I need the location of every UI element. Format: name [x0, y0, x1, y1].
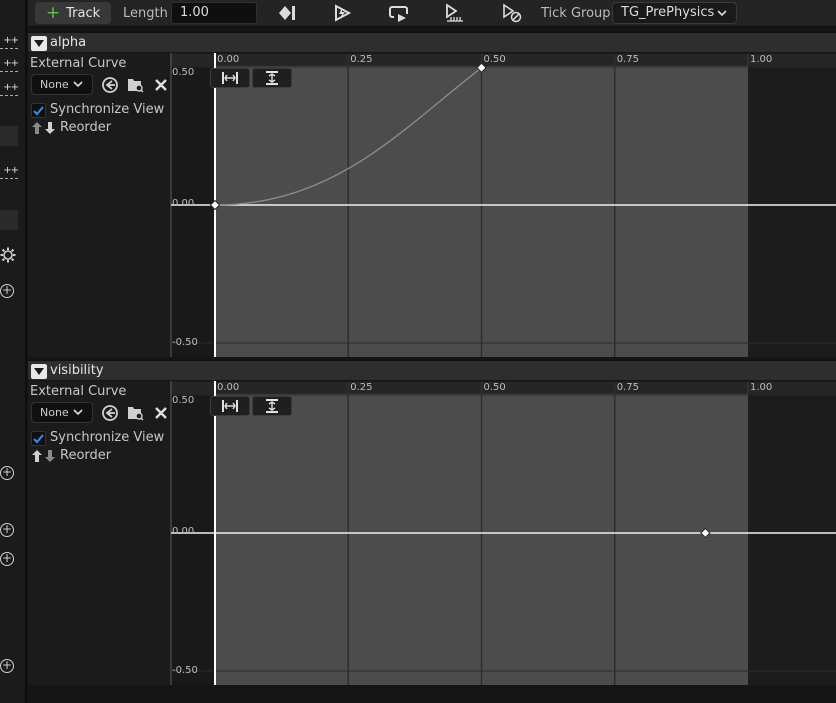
tick-group-label: Tick Group: [541, 6, 611, 21]
time-tick-label: 0.25: [350, 382, 373, 393]
curve-canvas: [170, 53, 836, 357]
pre-range: [171, 394, 215, 685]
plus-icon: +: [45, 3, 61, 23]
zoom-to-fit-horizontal-button[interactable]: [210, 396, 250, 416]
use-selected-asset-icon[interactable]: [101, 76, 119, 94]
tick-group-dropdown[interactable]: TG_PrePhysics: [612, 2, 737, 24]
reorder-arrows-icon[interactable]: [31, 121, 57, 135]
checkmark-icon: [33, 106, 44, 116]
time-tick-label: 0.50: [483, 54, 506, 65]
add-variable-button[interactable]: ++: [0, 165, 18, 179]
checkmark-icon: [33, 434, 44, 444]
add-circle-icon[interactable]: +: [0, 552, 14, 566]
add-track-label: Track: [66, 5, 101, 21]
time-tick-label: 0.50: [483, 382, 506, 393]
value-tick-label: -0.50: [172, 665, 198, 676]
browse-asset-icon[interactable]: [126, 404, 144, 422]
add-variable-button[interactable]: ++: [0, 58, 18, 72]
tick-group-value: TG_PrePhysics: [621, 5, 715, 20]
add-variable-button[interactable]: ++: [0, 35, 18, 49]
synchronize-view-checkbox[interactable]: [31, 103, 46, 118]
synchronize-view-label: Synchronize View: [50, 430, 165, 445]
external-curve-label: External Curve: [30, 56, 127, 71]
add-circle-icon[interactable]: +: [0, 523, 14, 537]
time-tick-label: 0.25: [350, 54, 373, 65]
chevron-down-icon: [73, 81, 83, 88]
track-name: visibility: [50, 363, 104, 378]
add-variable-button[interactable]: ++: [0, 82, 18, 96]
curve-graph-alpha[interactable]: 0.00 0.25 0.50 0.75 1.00 0.50 0.00 -0.50: [170, 53, 836, 357]
time-tick-label: 1.00: [750, 54, 773, 65]
chevron-down-icon: [73, 409, 83, 416]
track-header-alpha[interactable]: alpha: [28, 32, 836, 52]
time-tick-label: 0.75: [616, 54, 640, 65]
loop-icon[interactable]: [388, 3, 410, 23]
pre-range: [171, 66, 215, 357]
fit-vertical-icon: [266, 71, 278, 85]
timeline-toolbar: + Track Length 1.00 Tick Group TG_PrePhy…: [28, 0, 836, 27]
value-tick-label: 0.00: [172, 198, 195, 209]
add-circle-icon[interactable]: +: [0, 466, 14, 480]
browse-asset-icon[interactable]: [126, 76, 144, 94]
gear-icon[interactable]: [0, 247, 16, 263]
reorder-label: Reorder: [60, 120, 112, 135]
collapse-triangle-icon[interactable]: [31, 36, 47, 51]
time-tick-label: 0.00: [217, 54, 240, 65]
ignore-time-dilation-icon[interactable]: [501, 3, 523, 23]
panel-row: [0, 210, 18, 230]
value-tick-label: 0.00: [172, 526, 195, 537]
time-tick-label: 0.00: [217, 382, 240, 393]
curve-canvas: [170, 381, 836, 685]
fit-horizontal-icon: [222, 400, 238, 412]
close-icon[interactable]: [152, 404, 170, 422]
active-range: [171, 66, 748, 357]
use-selected-asset-icon[interactable]: [101, 404, 119, 422]
close-icon[interactable]: [152, 76, 170, 94]
value-tick-label: 0.50: [172, 395, 195, 406]
curve-select-value: None: [40, 78, 69, 91]
reorder-arrows-icon[interactable]: [31, 449, 57, 463]
autoplay-icon[interactable]: [331, 3, 353, 23]
time-tick-label: 1.00: [750, 382, 773, 393]
panel-row: [0, 126, 18, 146]
external-curve-dropdown[interactable]: None: [31, 74, 93, 95]
zoom-to-fit-vertical-button[interactable]: [252, 396, 292, 416]
add-track-button[interactable]: + Track: [35, 2, 111, 24]
curve-select-value: None: [40, 406, 69, 419]
active-range: [171, 394, 748, 685]
replicated-icon[interactable]: [443, 3, 465, 23]
fit-horizontal-icon: [222, 72, 238, 84]
length-label: Length: [123, 6, 168, 21]
length-input[interactable]: 1.00: [171, 2, 257, 24]
curve-graph-visibility[interactable]: 0.00 0.25 0.50 0.75 1.00 0.50 0.00 -0.50: [170, 381, 836, 685]
add-key-icon[interactable]: [276, 3, 298, 23]
external-curve-dropdown[interactable]: None: [31, 402, 93, 423]
collapse-triangle-icon[interactable]: [31, 364, 47, 379]
track-header-visibility[interactable]: visibility: [28, 360, 836, 380]
zoom-to-fit-vertical-button[interactable]: [252, 68, 292, 88]
add-circle-icon[interactable]: +: [0, 284, 14, 298]
track-settings-alpha: External Curve None Synchronize View Reo…: [28, 53, 170, 357]
value-tick-label: -0.50: [172, 337, 198, 348]
fit-vertical-icon: [266, 399, 278, 413]
synchronize-view-label: Synchronize View: [50, 102, 165, 117]
left-panel-strip: ++ ++ ++ ++ + + + + +: [0, 0, 27, 703]
zoom-to-fit-horizontal-button[interactable]: [210, 68, 250, 88]
time-tick-label: 0.75: [616, 382, 640, 393]
synchronize-view-checkbox[interactable]: [31, 431, 46, 446]
reorder-label: Reorder: [60, 448, 112, 463]
track-settings-visibility: External Curve None Synchronize View Reo…: [28, 381, 170, 685]
add-circle-icon[interactable]: +: [0, 659, 14, 673]
track-name: alpha: [50, 35, 87, 50]
external-curve-label: External Curve: [30, 384, 127, 399]
value-tick-label: 0.50: [172, 67, 195, 78]
chevron-down-icon: [717, 10, 727, 17]
